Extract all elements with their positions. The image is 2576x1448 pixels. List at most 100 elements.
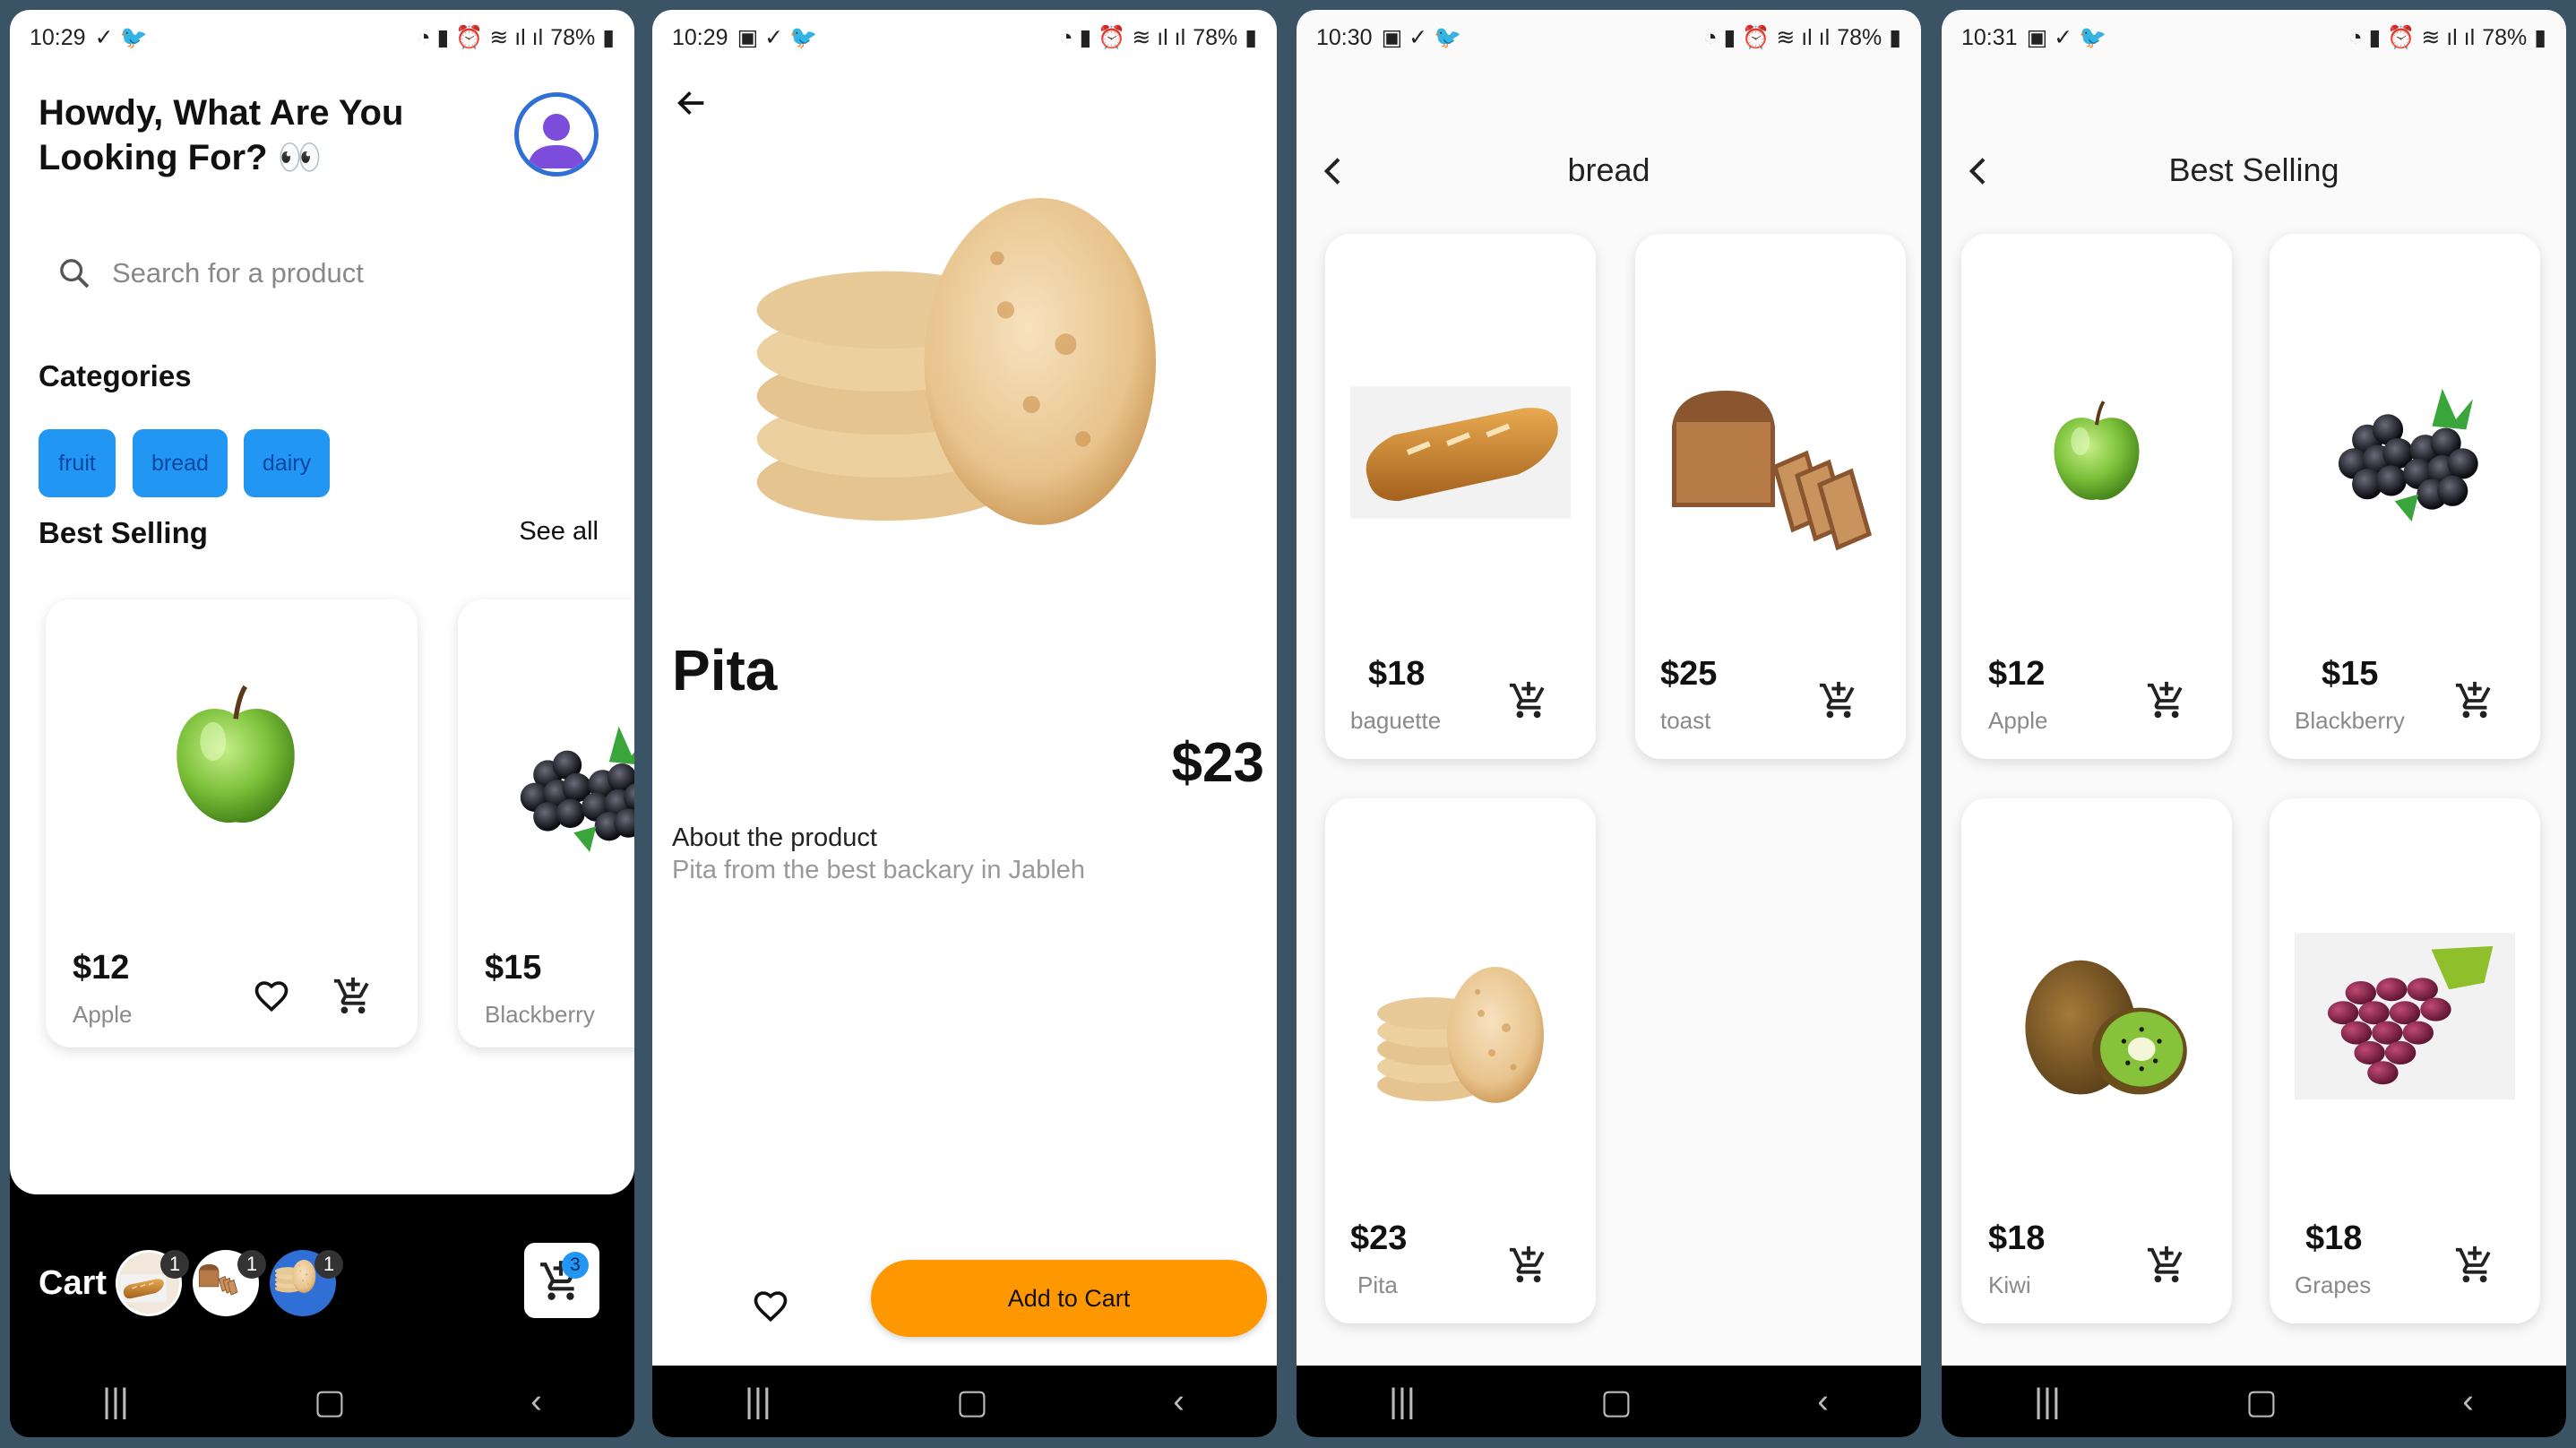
product-name: Blackberry	[485, 1001, 595, 1028]
battery-icon: ▮	[2534, 25, 2546, 50]
home-button[interactable]: ▢	[314, 1382, 346, 1422]
kiwi-image	[1997, 933, 2203, 1130]
best-selling-screen: 10:31 ▣ ✓ 🐦 ◔ ▮ ⏰ ≋ ıl ıl 78% ▮ Best Sellin…	[1942, 10, 2566, 1437]
best-selling-title: Best Selling	[39, 516, 208, 549]
recent-apps-button[interactable]: |||	[2034, 1383, 2061, 1421]
status-time: 10:29	[672, 24, 728, 50]
signal-icon: ◔ ▮ ⏰ ≋ ıl ıl	[2348, 25, 2476, 50]
battery-level: 78%	[1837, 24, 1882, 50]
product-card-kiwi[interactable]: $18 Kiwi	[1961, 798, 2232, 1323]
category-chip-bread[interactable]: bread	[133, 429, 228, 497]
signal-icon: ◔ ▮ ⏰ ≋ ıl ıl	[1059, 25, 1186, 50]
product-card-pita[interactable]: $23 Pita	[1325, 798, 1596, 1323]
back-button[interactable]: ‹	[1817, 1383, 1829, 1421]
pita-image	[1352, 942, 1567, 1121]
home-button[interactable]: ▢	[1600, 1382, 1633, 1422]
favorite-icon[interactable]	[751, 1286, 790, 1325]
page-title: Best Selling	[2168, 151, 2339, 188]
back-button[interactable]: ‹	[1173, 1383, 1185, 1421]
home-button[interactable]: ▢	[2245, 1382, 2278, 1422]
greeting-title: Howdy, What Are You Looking For? 👀	[39, 93, 404, 177]
product-title: Pita	[672, 638, 778, 702]
about-title: About the product	[672, 823, 877, 852]
grapes-image	[2295, 933, 2515, 1099]
signal-icon: ◔ ▮ ⏰ ≋ ıl ıl	[417, 25, 544, 50]
detail-screen: 10:29 ▣ ✓ 🐦 ◔ ▮ ⏰ ≋ ıl ıl 78% ▮ Pita $23 Ab…	[652, 10, 1277, 1437]
product-price: $15	[2322, 655, 2379, 693]
cart-item-badge: 1	[314, 1250, 343, 1279]
cart-button[interactable]: 3	[524, 1243, 599, 1318]
status-time: 10:29	[30, 24, 86, 50]
product-card-apple[interactable]: $12 Apple	[1961, 234, 2232, 759]
search-input[interactable]: Search for a product	[112, 257, 364, 289]
apple-image	[2038, 388, 2155, 522]
product-price: $12	[1988, 655, 2046, 693]
system-nav-bar: ||| ▢ ‹	[1942, 1366, 2566, 1437]
add-cart-icon[interactable]	[1818, 680, 1859, 721]
recent-apps-button[interactable]: |||	[745, 1383, 771, 1421]
product-card-grapes[interactable]: $18 Grapes	[2270, 798, 2540, 1323]
category-chip-dairy[interactable]: dairy	[244, 429, 330, 497]
category-chip-fruit[interactable]: fruit	[39, 429, 116, 497]
product-card-baguette[interactable]: $18 baguette	[1325, 234, 1596, 759]
back-arrow-icon[interactable]	[674, 85, 710, 121]
home-screen: 10:29 ✓ 🐦 ◔ ▮ ⏰ ≋ ıl ıl 78% ▮ Howdy, What A…	[10, 10, 634, 1437]
favorite-icon[interactable]	[252, 976, 291, 1015]
battery-icon: ▮	[1245, 25, 1257, 50]
see-all-link[interactable]: See all	[519, 517, 599, 547]
product-price: $12	[73, 949, 130, 987]
about-text: Pita from the best backary in Jableh	[672, 856, 1086, 884]
product-name: Blackberry	[2295, 707, 2405, 734]
battery-level: 78%	[2482, 24, 2528, 50]
home-button[interactable]: ▢	[956, 1382, 988, 1422]
product-card-blackberry[interactable]: $15 Blackberry	[2270, 234, 2540, 759]
system-nav-bar: ||| ▢ ‹	[10, 1366, 634, 1437]
cart-item-badge: 1	[160, 1250, 189, 1279]
cart-item-badge: 1	[237, 1250, 266, 1279]
page-title: bread	[1567, 151, 1650, 188]
add-to-cart-button[interactable]: Add to Cart	[871, 1260, 1267, 1337]
category-screen: 10:30 ▣ ✓ 🐦 ◔ ▮ ⏰ ≋ ıl ıl 78% ▮ bread $18 b…	[1297, 10, 1921, 1437]
search-icon	[60, 259, 90, 289]
signal-icon: ◔ ▮ ⏰ ≋ ıl ıl	[1703, 25, 1831, 50]
product-price: $18	[2305, 1220, 2363, 1257]
product-name: Apple	[1988, 707, 2048, 734]
system-nav-bar: ||| ▢ ‹	[652, 1366, 1277, 1437]
recent-apps-button[interactable]: |||	[102, 1383, 129, 1421]
battery-level: 78%	[550, 24, 596, 50]
product-name: baguette	[1350, 707, 1442, 734]
status-time: 10:30	[1316, 24, 1373, 50]
product-name: toast	[1660, 707, 1711, 734]
product-price: $23	[1350, 1220, 1408, 1257]
add-cart-icon[interactable]	[2146, 1245, 2187, 1286]
search-bar[interactable]: Search for a product	[39, 239, 594, 307]
add-cart-icon[interactable]	[332, 976, 374, 1017]
product-card-apple[interactable]: $12 Apple	[46, 599, 418, 1047]
cart-label: Cart	[39, 1264, 108, 1302]
cart-count-badge: 3	[562, 1252, 589, 1279]
product-card-blackberry[interactable]: $15 Blackberry	[458, 599, 634, 1047]
system-nav-bar: ||| ▢ ‹	[1297, 1366, 1921, 1437]
add-cart-icon[interactable]	[2146, 680, 2187, 721]
user-icon	[528, 114, 585, 168]
add-cart-icon[interactable]	[1508, 680, 1549, 721]
blackberry-image	[503, 707, 634, 868]
avatar[interactable]	[514, 92, 599, 177]
recent-apps-button[interactable]: |||	[1389, 1383, 1416, 1421]
toast-image	[1658, 377, 1882, 556]
product-price: $25	[1660, 655, 1718, 693]
add-cart-icon[interactable]	[1508, 1245, 1549, 1286]
product-card-toast[interactable]: $25 toast	[1635, 234, 1906, 759]
status-bar: 10:30 ▣ ✓ 🐦 ◔ ▮ ⏰ ≋ ıl ıl 78% ▮	[1316, 24, 1901, 51]
product-price: $18	[1368, 655, 1426, 693]
blackberry-image	[2311, 368, 2499, 539]
add-cart-icon[interactable]	[2454, 680, 2495, 721]
categories-title: Categories	[39, 359, 192, 392]
add-cart-icon[interactable]	[2454, 1245, 2495, 1286]
back-button[interactable]: ‹	[530, 1383, 542, 1421]
status-bar: 10:29 ▣ ✓ 🐦 ◔ ▮ ⏰ ≋ ıl ıl 78% ▮	[672, 24, 1257, 51]
status-bar: 10:29 ✓ 🐦 ◔ ▮ ⏰ ≋ ıl ıl 78% ▮	[30, 24, 615, 51]
back-button[interactable]: ‹	[2462, 1383, 2474, 1421]
product-name: Apple	[73, 1001, 133, 1028]
pita-image	[672, 194, 1236, 625]
